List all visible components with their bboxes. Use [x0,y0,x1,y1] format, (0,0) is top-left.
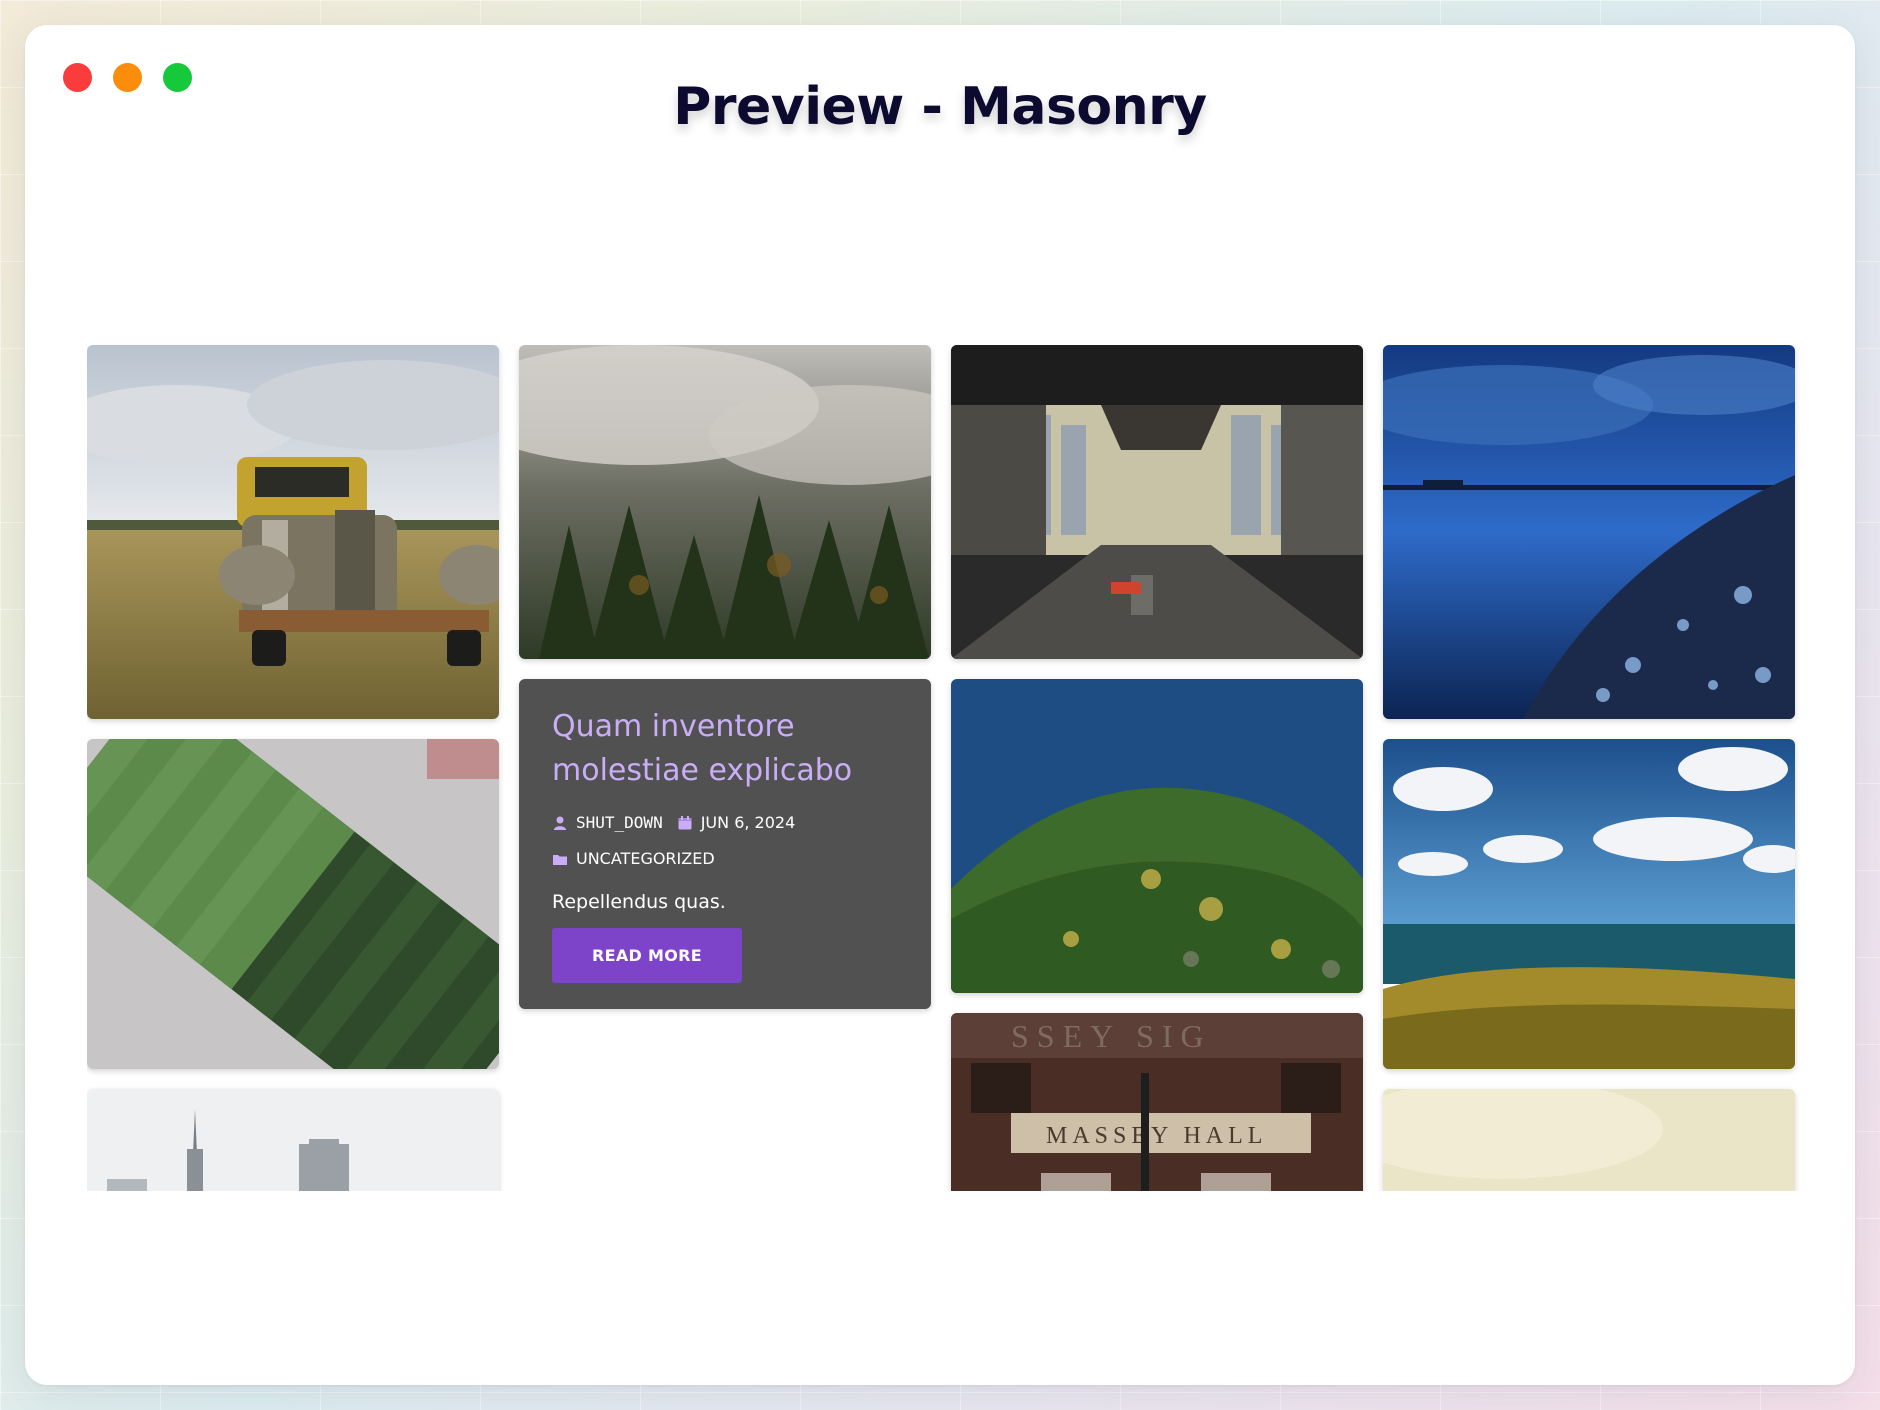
post-category[interactable]: UNCATEGORIZED [576,849,715,868]
image-card-stadium[interactable] [87,739,499,1069]
image-card-pale-sky[interactable] [1383,1089,1795,1191]
post-meta-row: SHUT_DOWN JUN 6, 2024 [552,813,795,832]
read-more-button[interactable]: READ MORE [552,928,742,983]
post-category-row: UNCATEGORIZED [552,849,715,868]
image-card-forest-island[interactable] [951,679,1363,993]
window-title: Preview - Masonry [673,77,1207,137]
image-card-foggy-forest[interactable] [519,345,931,659]
calendar-icon [678,815,692,829]
svg-text:MASSEY HALL: MASSEY HALL [1046,1123,1267,1149]
masonry-grid: Quam inventore molestiae explicabo SHUT_… [87,345,1801,1191]
image-card-truck[interactable] [87,345,499,719]
massey-hall-image: SSEY SIG MASSEY HALL [951,1013,1363,1191]
truck-image [87,345,499,719]
forest-image [519,345,931,659]
pallet-street-image [951,345,1363,659]
post-date[interactable]: JUN 6, 2024 [701,813,796,832]
author-icon [554,816,566,830]
image-card-icy-shore[interactable] [1383,345,1795,719]
post-card: Quam inventore molestiae explicabo SHUT_… [519,679,931,1009]
coastal-meadow-image [1383,739,1795,1069]
post-author[interactable]: SHUT_DOWN [576,813,663,832]
stadium-image [87,739,499,1069]
skyline-image [87,1089,499,1191]
svg-text:SSEY SIG: SSEY SIG [1011,1018,1212,1054]
icy-shore-image [1383,345,1795,719]
forest-island-image [951,679,1363,993]
preview-window: Preview - Masonry Quam inventore molesti… [25,25,1855,1385]
post-excerpt: Repellendus quas. [552,891,726,913]
post-title[interactable]: Quam inventore molestiae explicabo [552,705,902,793]
image-card-massey-hall[interactable]: SSEY SIG MASSEY HALL [951,1013,1363,1191]
image-card-skyline[interactable] [87,1089,499,1191]
image-card-coastal-meadow[interactable] [1383,739,1795,1069]
image-card-pallet-street[interactable] [951,345,1363,659]
pale-sky-image [1383,1089,1795,1191]
folder-icon [553,854,567,865]
